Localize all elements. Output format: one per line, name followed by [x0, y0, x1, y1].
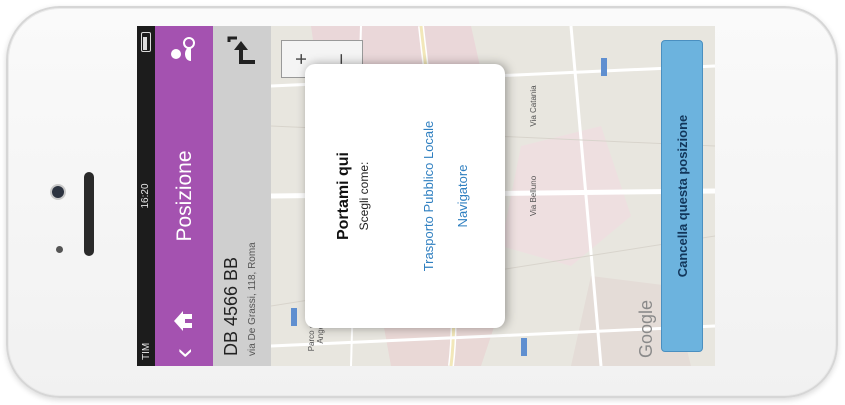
dialog-title: Portami qui	[335, 152, 352, 241]
app-header: ‹ Posizione	[155, 26, 213, 366]
map-label: Via Catania	[529, 85, 538, 127]
cancel-position-button[interactable]: Cancella questa posizione	[661, 40, 703, 352]
app-screen: TIM 16:20 ‹ Posizione DB 4566 BB via De …	[137, 26, 715, 366]
front-camera	[52, 186, 64, 198]
dialog-subtitle: Scegli come:	[357, 161, 371, 231]
take-me-here-dialog: Portami qui Scegli come: Trasporto Pubbl…	[305, 64, 505, 328]
earpiece-speaker	[84, 172, 94, 256]
option-navigator[interactable]: Navigatore	[455, 64, 470, 328]
license-plate: DB 4566 BB	[221, 256, 241, 356]
phone-screen: TIM 16:20 ‹ Posizione DB 4566 BB via De …	[137, 26, 715, 366]
vehicle-address: via De Grassi, 118, Roma	[247, 242, 258, 356]
status-time: 16:20	[140, 183, 151, 209]
map-attribution: Google	[636, 299, 656, 358]
option-public-transport[interactable]: Trasporto Pubblico Locale	[421, 64, 436, 328]
zoom-in-button[interactable]: +	[291, 53, 314, 65]
status-bar: TIM 16:20	[137, 26, 155, 366]
directions-icon[interactable]	[225, 34, 259, 68]
user-location-icon[interactable]	[169, 36, 197, 64]
page-title: Posizione	[173, 150, 196, 242]
vehicle-info-bar: DB 4566 BB via De Grassi, 118, Roma	[213, 26, 271, 366]
proximity-sensor	[56, 246, 63, 253]
battery-icon	[141, 32, 151, 52]
map-label: Via Belluno	[529, 175, 538, 217]
